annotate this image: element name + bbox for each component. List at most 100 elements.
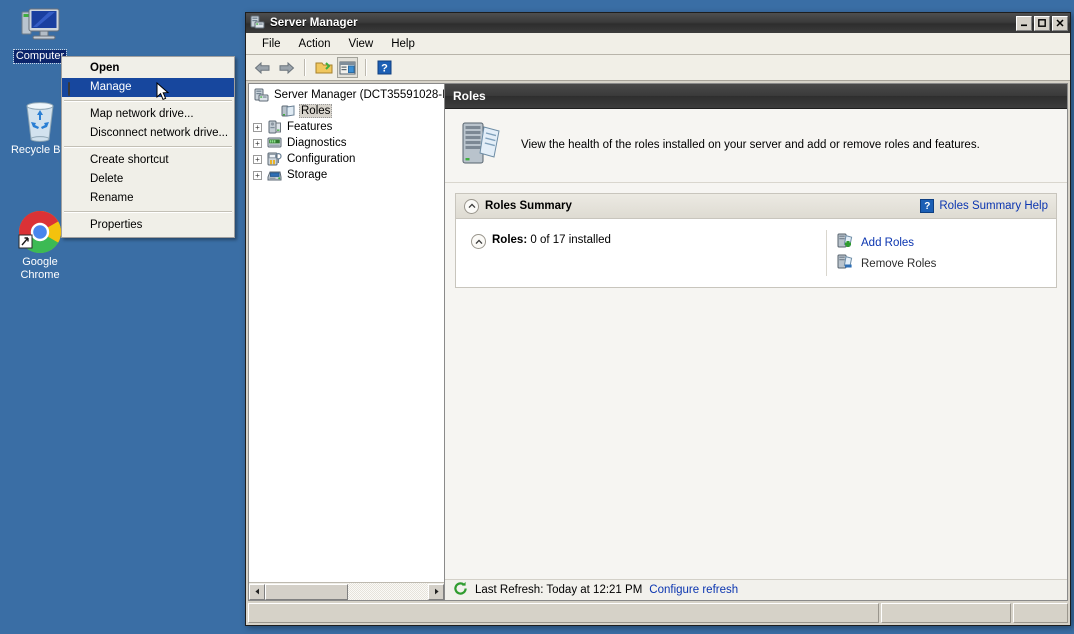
tree-node-features[interactable]: + Features	[251, 119, 444, 135]
remove-roles-label[interactable]: Remove Roles	[861, 258, 936, 270]
context-menu-separator	[64, 100, 232, 102]
tree-horizontal-scrollbar[interactable]	[249, 582, 444, 600]
menu-help[interactable]: Help	[383, 36, 423, 52]
context-menu-item-open[interactable]: Open	[62, 59, 234, 78]
mouse-cursor	[156, 81, 170, 105]
forward-icon[interactable]	[276, 57, 297, 78]
expand-icon[interactable]: +	[253, 170, 262, 180]
tree-node-label: Configuration	[287, 153, 356, 165]
context-menu-item-disconnect-network-drive[interactable]: Disconnect network drive...	[62, 124, 234, 143]
expand-icon[interactable]: +	[253, 154, 262, 164]
shield-icon	[68, 80, 84, 96]
maximize-button[interactable]	[1034, 15, 1050, 31]
add-roles-action[interactable]: Add Roles	[837, 232, 1047, 253]
tree-node-server-manager[interactable]: Server Manager (DCT35591028-IDi	[251, 87, 444, 103]
roles-summary-header[interactable]: Roles Summary ? Roles Summary Help	[456, 194, 1056, 219]
context-menu-separator	[64, 211, 232, 213]
window-controls[interactable]	[1016, 15, 1068, 31]
results-pane: Roles View the health of the roles insta…	[444, 83, 1068, 601]
add-roles-link[interactable]: Add Roles	[861, 237, 914, 249]
add-roles-icon	[837, 233, 854, 252]
toolbar[interactable]: ?	[246, 55, 1070, 81]
context-menu-item-map-network-drive[interactable]: Map network drive...	[62, 105, 234, 124]
roles-count-text: Roles: 0 of 17 installed	[492, 234, 611, 246]
svg-text:?: ?	[381, 63, 388, 75]
expand-icon[interactable]: +	[253, 122, 262, 132]
tree-node-diagnostics[interactable]: + Diagnostics	[251, 135, 444, 151]
menu-file[interactable]: File	[254, 36, 289, 52]
context-menu-item-manage[interactable]: Manage	[62, 78, 234, 97]
context-menu-separator	[64, 146, 232, 148]
help-icon[interactable]: ?	[374, 57, 395, 78]
status-bar	[248, 603, 1068, 623]
scrollbar-track[interactable]	[347, 583, 428, 600]
context-menu-item-delete[interactable]: Delete	[62, 170, 234, 189]
console-tree[interactable]: Server Manager (DCT35591028-IDi Roles + …	[249, 84, 444, 583]
computer-icon	[2, 2, 78, 50]
toolbar-separator	[304, 59, 306, 76]
context-menu-item-create-shortcut[interactable]: Create shortcut	[62, 151, 234, 170]
roles-count-area: Roles: 0 of 17 installed	[465, 230, 826, 276]
context-menu-item-properties[interactable]: Properties	[62, 216, 234, 235]
context-menu-item-label: Delete	[90, 173, 124, 185]
show-hide-action-pane-icon[interactable]	[337, 57, 358, 78]
show-hide-console-tree-icon[interactable]	[313, 57, 334, 78]
roles-summary-body: Roles: 0 of 17 installed Add Roles Remov…	[456, 219, 1056, 287]
chevron-up-icon[interactable]	[464, 198, 479, 214]
roles-summary-help[interactable]: ? Roles Summary Help	[920, 199, 1048, 213]
server-manager-icon	[253, 87, 269, 103]
context-menu-item-label: Manage	[90, 81, 132, 93]
scroll-right-button[interactable]	[428, 583, 444, 600]
last-refresh-text: Last Refresh: Today at 12:21 PM	[475, 584, 643, 596]
window-titlebar[interactable]: Server Manager	[246, 13, 1070, 33]
roles-value: 0 of 17 installed	[530, 234, 611, 246]
close-button[interactable]	[1052, 15, 1068, 31]
remove-roles-icon	[837, 254, 854, 273]
tree-node-label: Roles	[299, 104, 333, 118]
menu-view[interactable]: View	[341, 36, 382, 52]
status-panel-tertiary	[1013, 603, 1068, 623]
storage-icon	[266, 167, 282, 183]
scrollbar-thumb[interactable]	[265, 583, 348, 600]
last-refresh-bar: Last Refresh: Today at 12:21 PM Configur…	[445, 579, 1067, 600]
console-tree-pane[interactable]: Server Manager (DCT35591028-IDi Roles + …	[248, 83, 444, 601]
toolbar-separator	[365, 59, 367, 76]
scroll-left-button[interactable]	[249, 583, 265, 600]
desktop-icon-label: Computer	[12, 49, 68, 64]
results-pane-body: View the health of the roles installed o…	[445, 109, 1067, 600]
chevron-up-icon[interactable]	[471, 234, 486, 249]
tree-node-roles[interactable]: Roles	[251, 103, 444, 119]
back-icon[interactable]	[252, 57, 273, 78]
menu-bar[interactable]: File Action View Help	[246, 33, 1070, 55]
roles-summary-help-link[interactable]: Roles Summary Help	[939, 200, 1048, 212]
context-menu-item-label: Rename	[90, 192, 134, 204]
desktop-icon-label-line1: Google	[22, 256, 58, 268]
roles-icon	[280, 103, 296, 119]
expand-icon[interactable]: +	[253, 138, 262, 148]
menu-action[interactable]: Action	[291, 36, 339, 52]
remove-roles-action[interactable]: Remove Roles	[837, 253, 1047, 274]
context-menu-item-rename[interactable]: Rename	[62, 189, 234, 208]
context-menu-item-label: Open	[90, 62, 120, 74]
context-menu[interactable]: Open Manage Map network drive... Disconn…	[61, 56, 235, 238]
window-body: Server Manager (DCT35591028-IDi Roles + …	[248, 83, 1068, 601]
refresh-icon	[453, 581, 468, 599]
roles-label: Roles:	[492, 234, 528, 246]
tree-node-storage[interactable]: + Storage	[251, 167, 444, 183]
results-pane-title: Roles	[453, 89, 486, 103]
context-menu-item-label: Create shortcut	[90, 154, 169, 166]
roles-intro: View the health of the roles installed o…	[445, 109, 1067, 183]
tree-node-label: Storage	[287, 169, 328, 181]
context-menu-item-label: Map network drive...	[90, 108, 194, 120]
roles-row: Roles: 0 of 17 installed Add Roles Remov…	[464, 229, 1048, 277]
roles-summary-title: Roles Summary	[485, 200, 572, 212]
roles-intro-text: View the health of the roles installed o…	[521, 138, 980, 151]
results-pane-header: Roles	[445, 84, 1067, 109]
status-panel-main	[248, 603, 879, 623]
tree-node-label: Features	[287, 121, 333, 133]
configure-refresh-link[interactable]: Configure refresh	[649, 584, 738, 596]
minimize-button[interactable]	[1016, 15, 1032, 31]
desktop-icon-computer[interactable]: Computer	[2, 2, 78, 64]
configuration-icon	[266, 151, 282, 167]
tree-node-configuration[interactable]: + Configuration	[251, 151, 444, 167]
